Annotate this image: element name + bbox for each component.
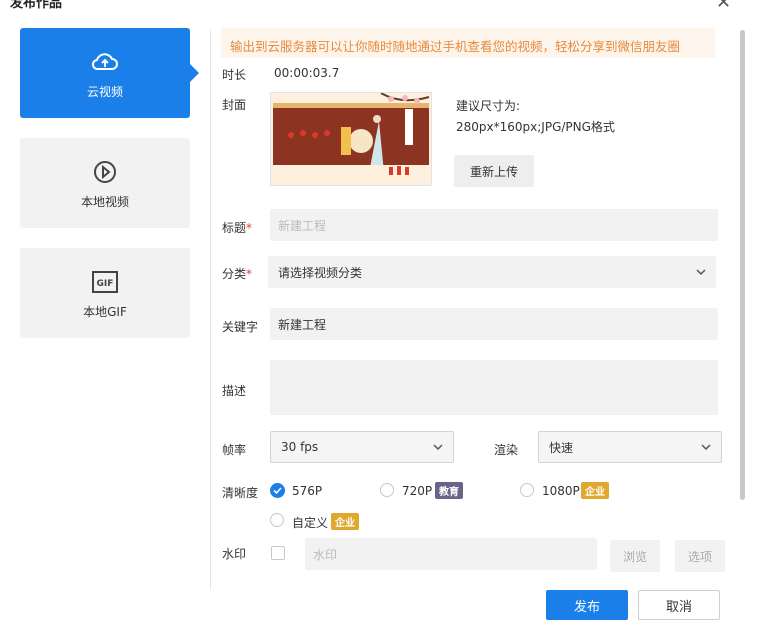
- reupload-button[interactable]: 重新上传: [454, 155, 534, 187]
- fps-select[interactable]: 30 fps: [270, 431, 454, 463]
- cloud-upload-icon: [91, 52, 118, 70]
- chevron-down-icon: [696, 269, 706, 276]
- scrollbar[interactable]: [740, 30, 745, 500]
- fps-label: 帧率: [222, 443, 247, 457]
- nav-local-video[interactable]: 本地视频: [20, 138, 190, 228]
- radio-custom[interactable]: [270, 513, 284, 527]
- tag-education: 教育: [435, 482, 463, 499]
- duration-value: 00:00:03.7: [274, 66, 340, 80]
- svg-text:GIF: GIF: [97, 279, 114, 289]
- info-banner: 输出到云服务器可以让你随时随地通过手机查看您的视频，轻松分享到微信朋友圈: [221, 28, 715, 58]
- watermark-input[interactable]: 水印: [305, 538, 597, 570]
- tag-enterprise: 企业: [581, 482, 609, 499]
- cover-image: [271, 92, 431, 185]
- cover-label: 封面: [222, 98, 247, 112]
- nav-cloud-video-label: 云视频: [86, 84, 123, 99]
- browse-button[interactable]: 浏览: [610, 540, 660, 572]
- radio-720p[interactable]: [380, 483, 394, 497]
- keywords-label: 关键字: [222, 320, 259, 334]
- cover-hint-line2: 280px*160px;JPG/PNG格式: [456, 120, 615, 134]
- sidebar-divider: [210, 30, 211, 590]
- resolution-label: 清晰度: [222, 486, 259, 500]
- description-textarea[interactable]: [270, 360, 718, 415]
- options-button[interactable]: 选项: [675, 540, 725, 572]
- cover-hint-line1: 建议尺寸为:: [456, 99, 521, 113]
- nav-local-gif[interactable]: GIF 本地GIF: [20, 248, 190, 338]
- radio-custom-label: 自定义: [292, 516, 329, 530]
- render-select-value: 快速: [549, 440, 574, 455]
- category-select-value: 请选择视频分类: [278, 265, 363, 280]
- watermark-label: 水印: [222, 547, 247, 561]
- title-label: 标题*: [222, 221, 253, 235]
- radio-1080p-label: 1080P: [542, 484, 580, 498]
- check-icon: [273, 487, 282, 495]
- close-icon[interactable]: ✕: [716, 0, 731, 12]
- tag-enterprise: 企业: [331, 513, 359, 530]
- chevron-down-icon: [433, 444, 443, 451]
- category-select[interactable]: 请选择视频分类: [268, 256, 716, 288]
- description-label: 描述: [222, 384, 247, 398]
- duration-label: 时长: [222, 68, 247, 82]
- render-select[interactable]: 快速: [538, 431, 722, 463]
- fps-select-value: 30 fps: [281, 440, 319, 454]
- nav-cloud-video[interactable]: 云视频: [20, 28, 190, 118]
- chevron-down-icon: [701, 444, 711, 451]
- publish-button[interactable]: 发布: [546, 590, 628, 620]
- cover-thumbnail[interactable]: [270, 92, 432, 186]
- play-circle-icon: [94, 160, 116, 183]
- radio-1080p[interactable]: [520, 483, 534, 497]
- render-label: 渲染: [494, 443, 519, 457]
- title-input[interactable]: 新建工程: [270, 209, 718, 241]
- dialog-title: 发布作品: [10, 0, 63, 11]
- watermark-checkbox[interactable]: [271, 546, 285, 560]
- nav-local-gif-label: 本地GIF: [83, 304, 127, 319]
- radio-576p-label: 576P: [292, 484, 323, 498]
- nav-local-video-label: 本地视频: [80, 194, 129, 209]
- nav-active-arrow: [190, 64, 199, 82]
- keywords-input[interactable]: 新建工程: [270, 308, 718, 340]
- category-label: 分类*: [222, 267, 253, 281]
- radio-720p-label: 720P: [402, 484, 433, 498]
- cancel-button[interactable]: 取消: [638, 590, 720, 620]
- gif-icon: GIF: [92, 270, 118, 293]
- radio-576p[interactable]: [270, 483, 285, 498]
